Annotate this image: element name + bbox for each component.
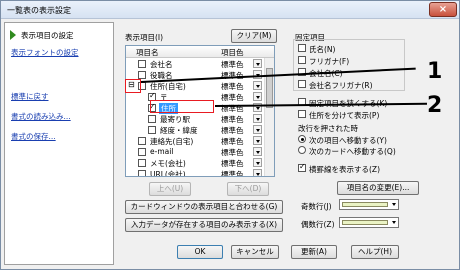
color-dropdown[interactable] [253, 59, 262, 68]
tree-row[interactable]: URL(会社) 標準色 [126, 169, 264, 176]
nav-display-items[interactable]: 表示項目の設定 [21, 30, 74, 41]
chevron-down-icon [392, 221, 396, 224]
odd-row-color-picker[interactable] [339, 199, 399, 210]
col-item-name: 項目名 [136, 48, 159, 57]
row-checkbox[interactable] [148, 126, 156, 134]
row-checkbox[interactable] [138, 60, 146, 68]
col-item-color: 項目色 [221, 48, 244, 57]
color-dropdown[interactable] [253, 125, 262, 134]
address-split-checkbox[interactable] [298, 110, 306, 118]
color-dropdown[interactable] [253, 92, 262, 101]
move-heading: 改行を押された時 [298, 124, 358, 133]
chevron-down-icon [392, 203, 396, 206]
sync-card-window-button[interactable]: カードウィンドウの表示項目と合わせる(G) [125, 200, 283, 214]
cancel-button[interactable]: キャンセル [231, 245, 279, 259]
close-button[interactable]: × [429, 2, 457, 17]
fixed-name-checkbox[interactable] [298, 44, 306, 52]
title-bar: 一覧表の表示設定 × [1, 1, 459, 19]
row-checkbox[interactable] [138, 170, 146, 176]
color-dropdown[interactable] [253, 147, 262, 156]
row-checkbox[interactable] [138, 137, 146, 145]
tree-row[interactable]: 経度・緯度 標準色 [126, 125, 264, 135]
color-dropdown[interactable] [253, 169, 262, 176]
color-dropdown[interactable] [253, 158, 262, 167]
display-items-heading: 表示項目(I) [125, 33, 164, 42]
tree-row[interactable]: 最寄り駅 標準色 [126, 114, 264, 124]
callout-1: 1 [427, 59, 443, 84]
move-next-card-radio[interactable] [298, 146, 306, 154]
odd-row-swatch [342, 202, 388, 207]
fixed-furigana-checkbox[interactable] [298, 56, 306, 64]
fixed-company-furigana-checkbox[interactable] [298, 80, 306, 88]
row-checkbox[interactable] [138, 148, 146, 156]
settings-nav: 表示項目の設定 表示フォントの設定 標準に戻す 書式の読み込み... 書式の保存… [4, 22, 114, 265]
current-arrow-icon [10, 30, 16, 40]
move-up-button[interactable]: 上へ(U) [149, 182, 191, 196]
settings-dialog: 一覧表の表示設定 × 表示項目の設定 表示フォントの設定 標準に戻す 書式の読み… [0, 0, 460, 270]
row-checkbox[interactable] [148, 115, 156, 123]
tree-header: 項目名 項目色 [126, 46, 274, 58]
callout-2: 2 [427, 93, 443, 118]
ok-button[interactable]: OK [177, 245, 223, 259]
nav-reset[interactable]: 標準に戻す [11, 91, 49, 102]
tree-row[interactable]: 会社名 標準色 [126, 59, 264, 69]
rename-item-button[interactable]: 項目名の変更(E)... [337, 181, 419, 195]
tree-row[interactable]: e-mail 標準色 [126, 147, 264, 157]
move-next-item-radio[interactable] [298, 135, 306, 143]
even-row-swatch [342, 220, 388, 225]
tree-row[interactable]: 連絡先(自宅) 標準色 [126, 136, 264, 146]
only-data-items-button[interactable]: 入力データが存在する項目のみ表示する(X) [125, 218, 283, 232]
color-dropdown[interactable] [253, 114, 262, 123]
highlight-marker-expander [125, 79, 141, 93]
odd-row-label: 奇数行(J) [301, 202, 332, 211]
nav-save-format[interactable]: 書式の保存... [11, 131, 56, 142]
even-row-color-picker[interactable] [339, 217, 399, 228]
row-checkbox[interactable] [138, 71, 146, 79]
tree-row[interactable]: メモ(会社) 標準色 [126, 158, 264, 168]
apply-button[interactable]: 更新(A) [291, 245, 337, 259]
highlight-marker-selected [150, 100, 214, 113]
dialog-title: 一覧表の表示設定 [7, 6, 71, 15]
color-dropdown[interactable] [253, 81, 262, 90]
clear-button[interactable]: クリア(M) [231, 29, 277, 43]
move-down-button[interactable]: 下へ(D) [227, 182, 269, 196]
nav-font-settings[interactable]: 表示フォントの設定 [11, 47, 79, 58]
even-row-label: 偶数行(Z) [301, 220, 335, 229]
nav-load-format[interactable]: 書式の読み込み... [11, 111, 71, 122]
help-button[interactable]: ヘルプ(H) [351, 245, 399, 259]
gridlines-checkbox[interactable] [298, 162, 306, 172]
color-dropdown[interactable] [253, 136, 262, 145]
row-checkbox[interactable] [138, 159, 146, 167]
